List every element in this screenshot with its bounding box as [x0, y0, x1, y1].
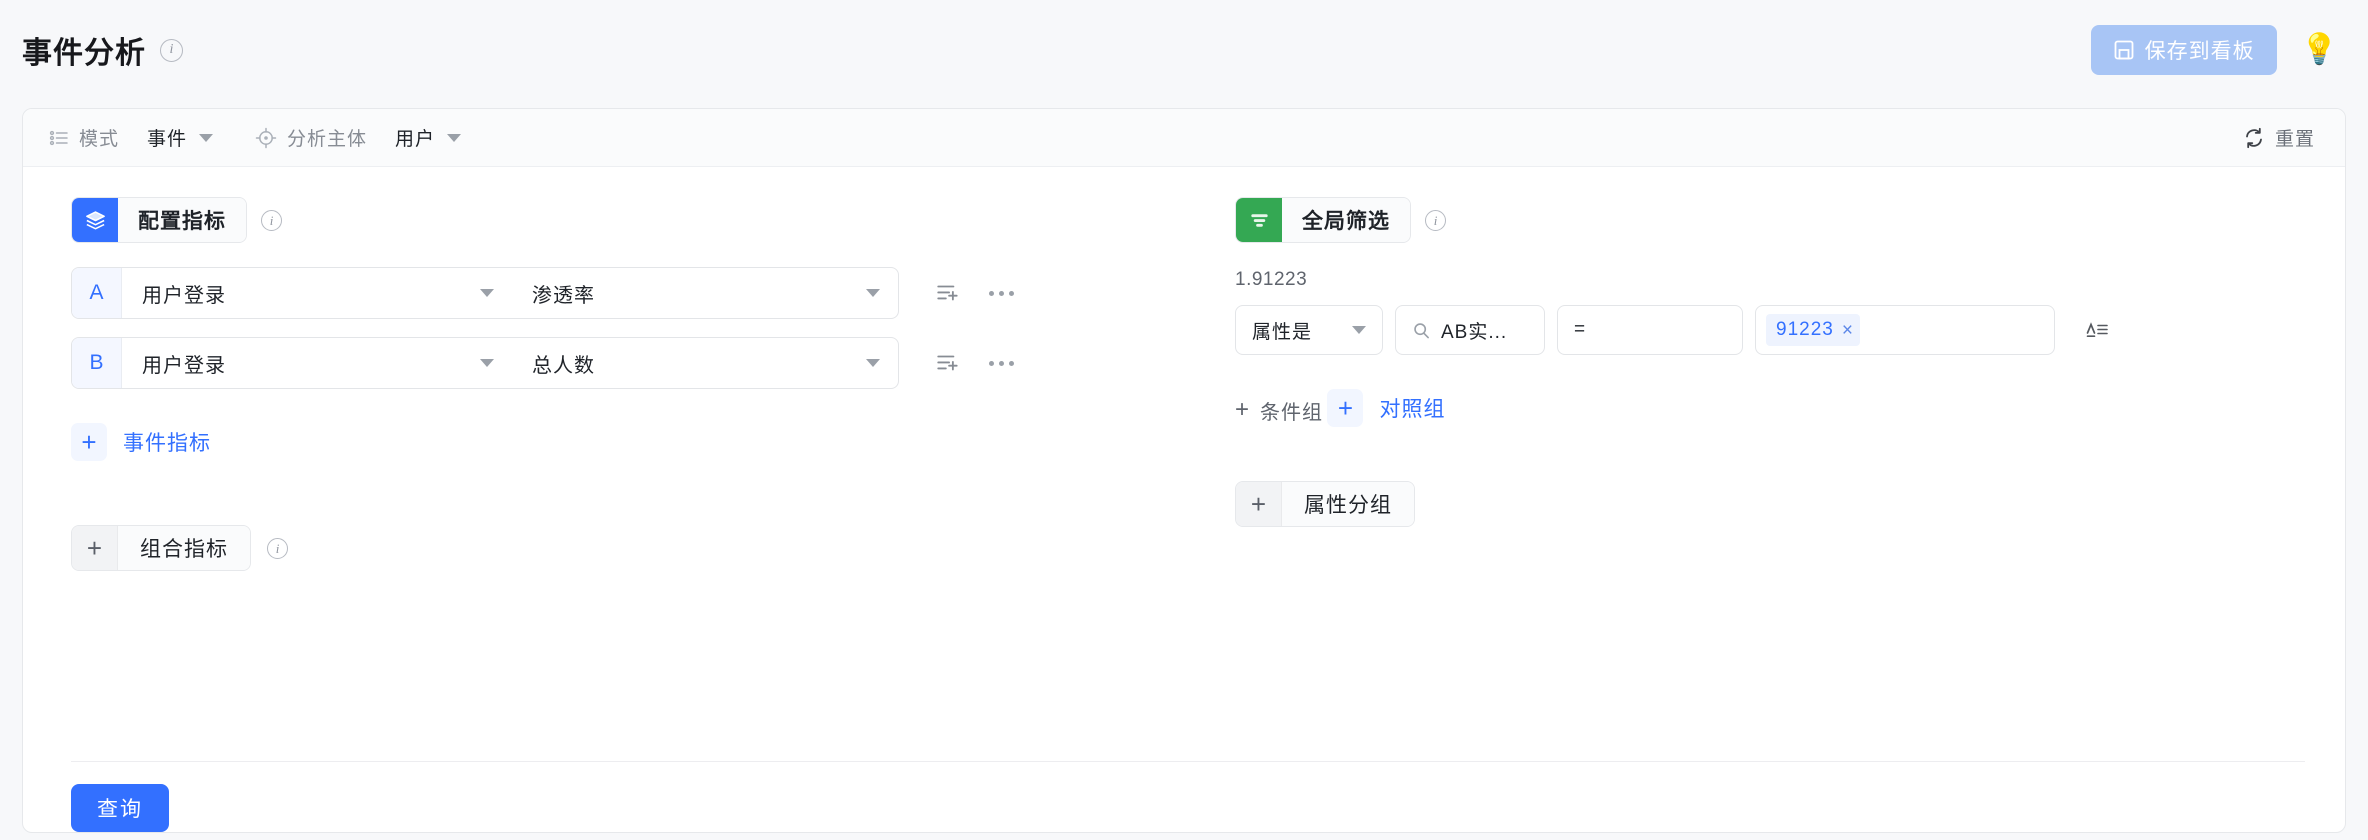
operator-select[interactable]: = — [1557, 305, 1743, 355]
save-to-dashboard-button[interactable]: 保存到看板 — [2090, 25, 2277, 75]
card-footer: 查询 — [23, 761, 2345, 832]
plus-icon: + — [72, 526, 118, 570]
card-body: 配置指标 i A 用户登录 渗透率 B 用户登录 总人数 + 事件指标 + 组合… — [23, 167, 2345, 727]
analysis-card: 模式 事件 分析主体 用户 重置 配置指标 i A 用户登录 渗透率 B 用户登… — [22, 108, 2346, 833]
mode-label: 模式 — [79, 129, 120, 150]
text-format-icon[interactable] — [2085, 319, 2109, 341]
add-event-metric-button[interactable]: + 事件指标 — [71, 423, 211, 461]
table-row: A 用户登录 渗透率 — [71, 267, 1213, 319]
more-horizontal-icon[interactable] — [989, 360, 1014, 366]
search-icon — [1412, 321, 1431, 340]
filter-section-label: 全局筛选 — [1282, 198, 1410, 242]
add-control-group-label: 对照组 — [1379, 398, 1446, 421]
attribute-mode-select[interactable]: 属性是 — [1235, 305, 1383, 355]
property-search-value: AB实... — [1441, 321, 1508, 343]
add-composite-metric-label: 组合指标 — [118, 526, 250, 570]
filter-section-chip[interactable]: 全局筛选 — [1235, 197, 1411, 243]
add-property-group-label: 属性分组 — [1282, 482, 1414, 526]
metrics-header-row: 配置指标 i — [71, 197, 1213, 243]
chevron-down-icon — [480, 289, 494, 297]
metrics-section-label: 配置指标 — [118, 198, 246, 242]
close-icon[interactable]: × — [1842, 321, 1854, 340]
metric-measure-select-b[interactable]: 总人数 — [512, 338, 898, 388]
metrics-section-chip[interactable]: 配置指标 — [71, 197, 247, 243]
ordered-list-icon — [49, 128, 69, 148]
save-to-dashboard-label: 保存到看板 — [2144, 40, 2255, 63]
plus-icon: + — [1327, 389, 1364, 427]
metrics-section-info-icon[interactable]: i — [261, 209, 282, 231]
add-control-group-button[interactable]: + 对照组 — [1327, 389, 1445, 427]
operator-value: = — [1574, 319, 1587, 340]
add-condition-group-button[interactable]: + 条件组 — [1235, 396, 1323, 425]
chevron-down-icon — [480, 359, 494, 367]
metric-row-actions-b — [935, 352, 1014, 374]
metric-row-list: A 用户登录 渗透率 B 用户登录 总人数 — [71, 267, 1213, 389]
chevron-down-icon — [199, 133, 214, 142]
composite-metric-info-icon[interactable]: i — [267, 537, 288, 559]
reset-button[interactable]: 重置 — [2237, 123, 2321, 152]
table-row: B 用户登录 总人数 — [71, 337, 1213, 389]
chevron-down-icon — [866, 359, 880, 367]
page-title: 事件分析 — [22, 37, 146, 70]
attribute-mode-value: 属性是 — [1252, 321, 1313, 343]
plus-icon: + — [71, 423, 107, 461]
refresh-icon — [2243, 127, 2265, 149]
subject-label: 分析主体 — [287, 129, 368, 150]
metric-row-a: A 用户登录 渗透率 — [71, 267, 899, 319]
filter-lines-icon — [1236, 198, 1282, 242]
mode-select-value: 事件 — [147, 129, 188, 150]
filter-section-info-icon[interactable]: i — [1425, 209, 1446, 231]
metric-event-value-b: 用户登录 — [142, 354, 226, 377]
analysis-toolbar: 模式 事件 分析主体 用户 重置 — [23, 109, 2345, 167]
chevron-down-icon — [447, 133, 462, 142]
filter-condition-row: 属性是 AB实... = 91223 × — [1235, 305, 2305, 355]
metric-row-b: B 用户登录 总人数 — [71, 337, 899, 389]
crosshair-target-icon — [255, 127, 277, 149]
footer-divider — [71, 761, 2305, 762]
filter-value-tag-label: 91223 — [1776, 319, 1834, 340]
mode-select[interactable]: 事件 — [147, 124, 214, 151]
add-event-metric-label: 事件指标 — [123, 432, 211, 455]
page-header: 事件分析 i 保存到看板 💡 — [0, 0, 2368, 100]
metrics-panel: 配置指标 i A 用户登录 渗透率 B 用户登录 总人数 + 事件指标 + 组合… — [23, 197, 1213, 727]
property-group-row: + 属性分组 — [1235, 481, 2305, 527]
query-button[interactable]: 查询 — [71, 784, 169, 832]
metric-letter-b: B — [72, 338, 122, 388]
add-property-group-button[interactable]: + 属性分组 — [1235, 481, 1415, 527]
metric-event-value-a: 用户登录 — [142, 284, 226, 307]
mode-group: 模式 事件 — [49, 124, 214, 151]
add-composite-metric-button[interactable]: + 组合指标 — [71, 525, 251, 571]
filter-header-row: 全局筛选 i — [1235, 197, 2305, 243]
filter-value-input[interactable]: 91223 × — [1755, 305, 2055, 355]
filter-add-icon[interactable] — [935, 282, 961, 304]
filter-value-tag: 91223 × — [1766, 314, 1860, 346]
filter-panel: 全局筛选 i 1.91223 属性是 AB实... = 91223 × + 条件… — [1213, 197, 2345, 727]
lightbulb-icon[interactable]: 💡 — [2301, 35, 2338, 65]
plus-icon: + — [1235, 396, 1251, 423]
metric-event-select-b[interactable]: 用户登录 — [122, 338, 512, 388]
page-title-info-icon[interactable]: i — [160, 38, 183, 62]
property-search-input[interactable]: AB实... — [1395, 305, 1545, 355]
chevron-down-icon — [866, 289, 880, 297]
metric-letter-a: A — [72, 268, 122, 318]
filter-caption: 1.91223 — [1235, 269, 1308, 290]
metric-event-select-a[interactable]: 用户登录 — [122, 268, 512, 318]
reset-label: 重置 — [2274, 129, 2315, 150]
plus-icon: + — [1236, 482, 1282, 526]
composite-metric-row: + 组合指标 i — [71, 525, 1213, 571]
metric-measure-select-a[interactable]: 渗透率 — [512, 268, 898, 318]
chevron-down-icon — [1352, 326, 1366, 334]
metric-row-actions-a — [935, 282, 1014, 304]
subject-select-value: 用户 — [395, 129, 436, 150]
more-horizontal-icon[interactable] — [989, 290, 1014, 296]
subject-group: 分析主体 用户 — [255, 124, 462, 151]
add-condition-group-label: 条件组 — [1260, 401, 1324, 424]
layers-stack-icon — [72, 198, 118, 242]
subject-select[interactable]: 用户 — [395, 124, 462, 151]
metric-measure-value-b: 总人数 — [532, 354, 595, 377]
floppy-save-icon — [2113, 39, 2135, 61]
metric-measure-value-a: 渗透率 — [532, 284, 595, 307]
filter-add-icon[interactable] — [935, 352, 961, 374]
